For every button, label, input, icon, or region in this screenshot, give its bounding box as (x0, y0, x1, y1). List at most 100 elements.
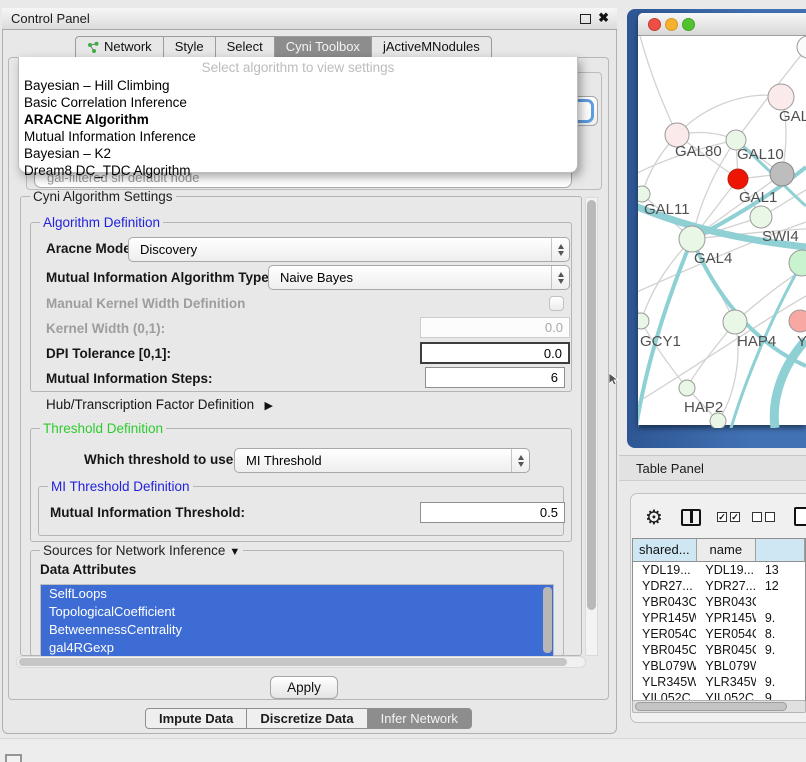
table-cell[interactable]: 13 (756, 562, 805, 578)
column-header[interactable]: shared... (633, 539, 697, 562)
close-icon[interactable]: ✖ (598, 10, 609, 26)
table-cell[interactable]: YLR345W (696, 674, 755, 690)
node-gal4[interactable] (679, 226, 705, 252)
tab-jactivemnodules[interactable]: jActiveMNodules (371, 36, 492, 58)
table-cell[interactable] (756, 658, 805, 674)
table-cell[interactable]: 9. (756, 610, 805, 626)
list-scrollbar[interactable] (543, 587, 552, 653)
data-attributes-list[interactable]: SelfLoopsTopologicalCoefficientBetweenne… (40, 584, 554, 658)
unchecked-checkbox-icon[interactable] (752, 512, 762, 522)
table-cell[interactable]: YBR043C (633, 594, 696, 610)
tab-network[interactable]: Network (75, 36, 164, 58)
node-table[interactable]: shared...name YDL19...YDL19...13YDR27...… (632, 538, 806, 701)
apply-button[interactable]: Apply (270, 676, 338, 699)
node-gal1[interactable] (728, 169, 748, 189)
settings-horizontal-scrollbar[interactable] (16, 656, 586, 668)
mi-steps-field[interactable]: 6 (425, 367, 565, 388)
settings-vertical-scrollbar[interactable] (585, 197, 598, 656)
attribute-item-selected[interactable]: TopologicalCoefficient (41, 603, 553, 621)
dpi-tolerance-field[interactable]: 0.0 (420, 342, 570, 364)
table-header-row[interactable]: shared...name (633, 539, 805, 562)
collapsed-panel-icon[interactable] (5, 754, 22, 762)
table-cell[interactable]: YBR045C (696, 642, 755, 658)
node-gal11[interactable] (638, 186, 650, 202)
checked-checkbox-icon[interactable]: ✓ (730, 512, 740, 522)
mi-type-select[interactable]: Naive Bayes (268, 265, 570, 290)
scrollbar-thumb[interactable] (19, 658, 567, 666)
node-gal-partial[interactable] (768, 84, 794, 110)
table-row[interactable]: YPR145WYPR145W9. (633, 610, 805, 626)
attribute-item-selected[interactable]: BetweennessCentrality (41, 621, 553, 639)
algorithm-option[interactable]: Basic Correlation Inference (19, 94, 577, 111)
table-horizontal-scrollbar[interactable] (632, 700, 806, 713)
algorithm-option[interactable]: Bayesian – Hill Climbing (19, 77, 577, 94)
node-swi4[interactable] (750, 206, 772, 228)
table-row[interactable]: YDL19...YDL19...13 (633, 562, 805, 578)
close-button[interactable] (648, 18, 661, 31)
node-gray[interactable] (770, 162, 794, 186)
node-hap2[interactable] (679, 380, 695, 396)
collapse-down-icon[interactable]: ▼ (229, 546, 240, 558)
tab-select[interactable]: Select (215, 36, 275, 58)
table-cell[interactable]: 9. (756, 642, 805, 658)
table-row[interactable]: YBL079WYBL079W (633, 658, 805, 674)
table-cell[interactable]: YDL19... (633, 562, 696, 578)
table-cell[interactable]: YER054C (696, 626, 755, 642)
split-columns-icon[interactable] (681, 509, 701, 526)
tab-discretize-data[interactable]: Discretize Data (246, 708, 367, 729)
table-cell[interactable]: YDL19... (696, 562, 755, 578)
node-hap4[interactable] (723, 310, 747, 334)
table-cell[interactable]: 9. (756, 674, 805, 690)
tab-infer-network[interactable]: Infer Network (367, 708, 472, 729)
algorithm-option[interactable]: ARACNE Algorithm (19, 111, 577, 128)
control-panel-titlebar[interactable]: Control Panel ✖ (2, 8, 617, 30)
gear-icon[interactable]: ⚙ (645, 506, 663, 528)
node-y-partial[interactable] (789, 310, 806, 332)
aracne-mode-select[interactable]: Discovery (128, 237, 570, 262)
scrollbar-thumb[interactable] (587, 200, 596, 610)
node-green-right[interactable] (789, 250, 806, 276)
table-cell[interactable]: 12 (756, 578, 805, 594)
table-cell[interactable]: YBL079W (696, 658, 755, 674)
tab-cyni-toolbox[interactable]: Cyni Toolbox (274, 36, 372, 58)
algorithm-option[interactable]: Bayesian – K2 (19, 145, 577, 162)
table-cell[interactable]: YBL079W (633, 658, 696, 674)
table-body[interactable]: YDL19...YDL19...13YDR27...YDR27...12YBR0… (633, 562, 805, 701)
float-window-icon[interactable] (580, 14, 591, 24)
checked-checkbox-icon[interactable]: ✓ (717, 512, 727, 522)
table-cell[interactable]: YDR27... (696, 578, 755, 594)
unchecked-checkbox-icon[interactable] (765, 512, 775, 522)
algorithm-option[interactable]: Dream8 DC_TDC Algorithm (19, 162, 577, 179)
table-cell[interactable]: YLR345W (633, 674, 696, 690)
table-cell[interactable]: YBR043C (696, 594, 755, 610)
node-top-partial[interactable] (797, 36, 806, 58)
network-canvas[interactable]: GALGAL80GAL10GAL1GAL11SWI4GAL4GCY1HAP4YH… (638, 36, 806, 428)
node-gcy1[interactable] (638, 313, 649, 329)
attribute-item-selected[interactable]: gal4RGexp (41, 639, 553, 657)
table-row[interactable]: YBR043CYBR043C (633, 594, 805, 610)
minimize-button[interactable] (665, 18, 678, 31)
node-bottom-green[interactable] (710, 413, 726, 428)
table-cell[interactable]: YPR145W (633, 610, 696, 626)
table-cell[interactable]: YER054C (633, 626, 696, 642)
table-row[interactable]: YER054CYER054C8. (633, 626, 805, 642)
table-panel-titlebar[interactable]: Table Panel (619, 455, 806, 481)
table-cell[interactable]: YBR045C (633, 642, 696, 658)
table-cell[interactable] (756, 594, 805, 610)
mi-threshold-field[interactable]: 0.5 (420, 502, 565, 523)
manual-kernel-checkbox[interactable] (549, 296, 564, 311)
hub-definition-toggle[interactable]: Hub/Transcription Factor Definition ▶ (46, 396, 273, 414)
table-cell[interactable]: 8. (756, 626, 805, 642)
column-header[interactable]: name (697, 539, 757, 562)
scrollbar-thumb[interactable] (635, 702, 787, 711)
table-row[interactable]: YBR045CYBR045C9. (633, 642, 805, 658)
table-row[interactable]: YDR27...YDR27...12 (633, 578, 805, 594)
network-window-titlebar[interactable] (638, 13, 806, 36)
tab-style[interactable]: Style (163, 36, 216, 58)
partial-toolbar-icon[interactable] (794, 507, 806, 526)
which-threshold-select[interactable]: MI Threshold (234, 448, 530, 473)
column-header[interactable] (756, 539, 805, 562)
table-row[interactable]: YLR345WYLR345W9. (633, 674, 805, 690)
tab-impute-data[interactable]: Impute Data (145, 708, 247, 729)
algorithm-option[interactable]: Mutual Information Inference (19, 128, 577, 145)
